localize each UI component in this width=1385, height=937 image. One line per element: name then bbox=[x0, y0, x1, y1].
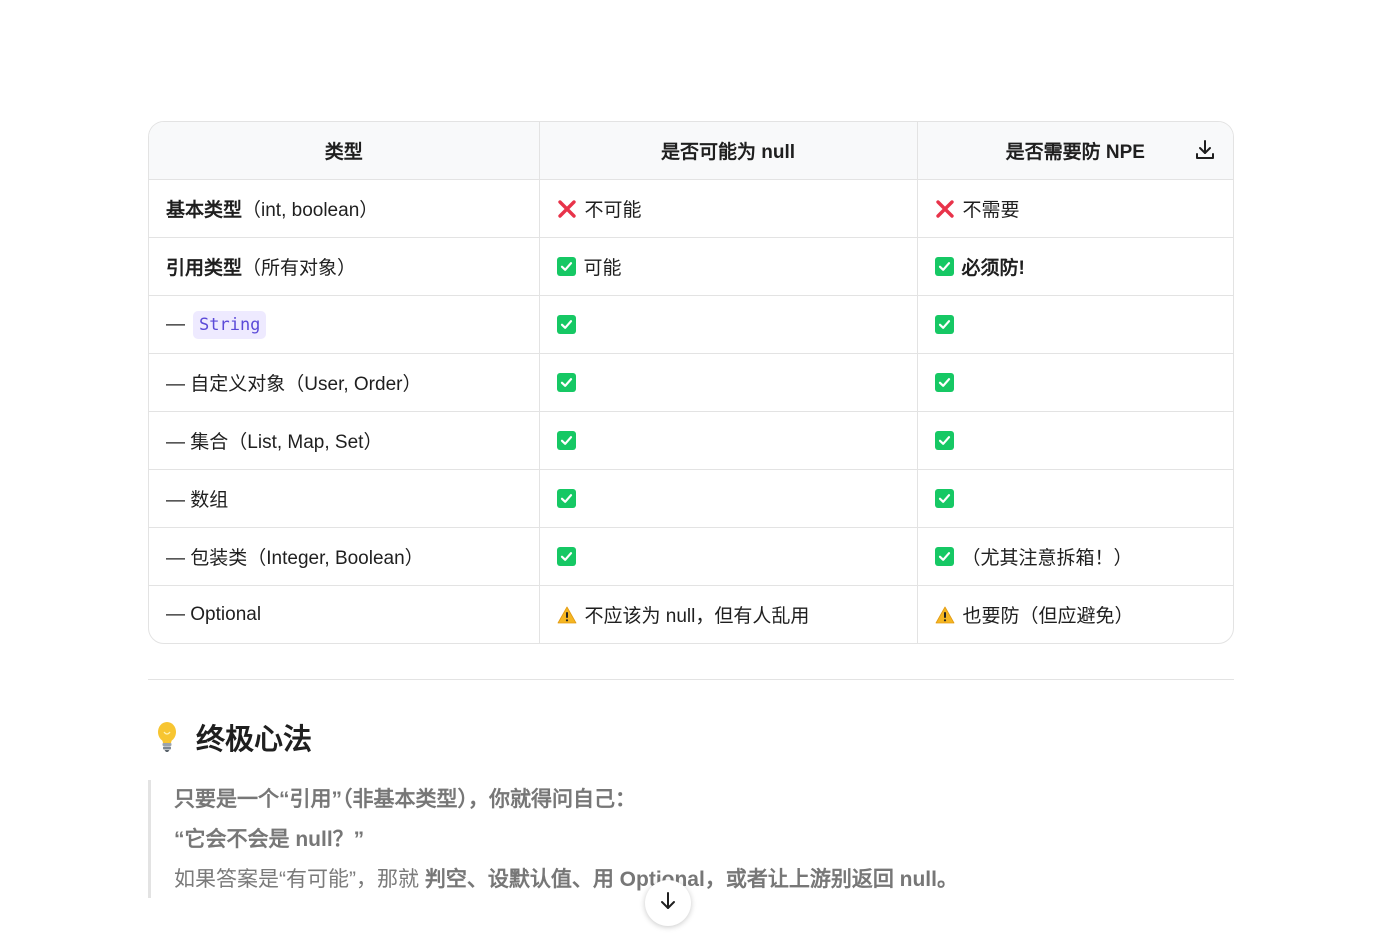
check-icon bbox=[934, 257, 954, 276]
check-icon bbox=[556, 373, 576, 392]
type-cell: 基本类型（int, boolean） bbox=[149, 179, 540, 238]
check-icon bbox=[556, 315, 576, 334]
nullable-cell bbox=[539, 295, 918, 354]
guard-cell: 必须防! bbox=[917, 237, 1233, 296]
table-row: — 包装类（Integer, Boolean） （尤其注意拆箱！） bbox=[149, 527, 1233, 586]
guard-cell: （尤其注意拆箱！） bbox=[917, 527, 1233, 586]
table-row: — String bbox=[149, 295, 1233, 354]
table-row: 引用类型（所有对象） 可能 必须防! bbox=[149, 237, 1233, 296]
type-rest: （int, boolean） bbox=[242, 200, 379, 221]
table-row: 基本类型（int, boolean） 不可能 不需要 bbox=[149, 179, 1233, 238]
header-type: 类型 bbox=[149, 122, 540, 180]
inline-code: String bbox=[193, 310, 267, 339]
guard-cell bbox=[917, 353, 1233, 412]
type-cell: 引用类型（所有对象） bbox=[149, 237, 540, 296]
check-icon bbox=[556, 431, 576, 450]
table-row: — 数组 bbox=[149, 469, 1233, 528]
guard-cell bbox=[917, 411, 1233, 470]
nullable-text: 不应该为 null，但有人乱用 bbox=[584, 606, 810, 627]
quote-line-2: “它会不会是 null？” bbox=[174, 828, 365, 851]
nullable-cell: 不应该为 null，但有人乱用 bbox=[539, 585, 918, 643]
header-needs-npe-guard: 是否需要防 NPE bbox=[917, 122, 1233, 180]
type-cell: — 自定义对象（User, Order） bbox=[149, 353, 540, 412]
check-icon bbox=[934, 373, 954, 392]
cross-icon bbox=[935, 199, 955, 219]
comparison-table: 类型 是否可能为 null 是否需要防 NPE 基本类型（int, boolea… bbox=[148, 121, 1234, 644]
lightbulb-icon bbox=[152, 719, 182, 755]
table-row: — 自定义对象（User, Order） bbox=[149, 353, 1233, 412]
header-nullable: 是否可能为 null bbox=[539, 122, 918, 180]
check-icon bbox=[934, 431, 954, 450]
type-rest: （所有对象） bbox=[242, 258, 357, 279]
quote-line-3: 如果答案是“有可能”，那就 判空、设默认值、用 Optional，或者让上游别返… bbox=[174, 860, 958, 900]
nullable-text: 可能 bbox=[583, 258, 622, 279]
guard-text: （尤其注意拆箱！） bbox=[961, 548, 1133, 569]
section-title: 终极心法 bbox=[196, 724, 313, 756]
bottom-fade bbox=[0, 898, 1385, 937]
arrow-down-icon bbox=[657, 890, 679, 917]
nullable-cell bbox=[539, 469, 918, 528]
quote-line-1: 只要是一个“引用”（非基本类型），你就得问自己： bbox=[174, 788, 636, 811]
nullable-cell bbox=[539, 411, 918, 470]
nullable-cell bbox=[539, 353, 918, 412]
table-row: — 集合（List, Map, Set） bbox=[149, 411, 1233, 470]
horizontal-divider bbox=[148, 679, 1234, 680]
guard-cell: 不需要 bbox=[917, 179, 1233, 238]
quote-line-3-bold: 判空、设默认值、用 Optional，或者让上游别返回 null。 bbox=[424, 868, 958, 891]
guard-cell bbox=[917, 295, 1233, 354]
nullable-cell bbox=[539, 527, 918, 586]
scroll-to-bottom-button[interactable] bbox=[645, 880, 691, 926]
quote-line-3-prefix: 如果答案是“有可能”，那就 bbox=[174, 868, 425, 891]
guard-text: 也要防（但应避免） bbox=[962, 606, 1134, 627]
type-bold: 基本类型 bbox=[166, 200, 243, 221]
type-cell: — 包装类（Integer, Boolean） bbox=[149, 527, 540, 586]
cross-icon bbox=[557, 199, 577, 219]
type-cell: — 数组 bbox=[149, 469, 540, 528]
check-icon bbox=[934, 489, 954, 508]
type-bold: 引用类型 bbox=[166, 258, 243, 279]
warning-icon bbox=[557, 605, 577, 625]
check-icon bbox=[556, 257, 576, 276]
header-needs-npe-guard-label: 是否需要防 NPE bbox=[1005, 142, 1145, 163]
guard-text: 不需要 bbox=[962, 200, 1020, 221]
check-icon bbox=[934, 315, 954, 334]
download-icon[interactable] bbox=[1191, 136, 1219, 164]
check-icon bbox=[556, 547, 576, 566]
guard-cell: 也要防（但应避免） bbox=[917, 586, 1233, 644]
nullable-cell: 不可能 bbox=[539, 179, 918, 238]
check-icon bbox=[934, 547, 954, 566]
nullable-text: 不可能 bbox=[584, 200, 642, 221]
section-heading: 终极心法 bbox=[152, 716, 312, 758]
nullable-cell: 可能 bbox=[539, 237, 918, 296]
type-cell: — Optional bbox=[149, 585, 540, 643]
guard-cell bbox=[917, 469, 1233, 528]
check-icon bbox=[556, 489, 576, 508]
type-cell: — String bbox=[149, 295, 540, 354]
table-row: — Optional 不应该为 null，但有人乱用 也要防（但应避免） bbox=[149, 585, 1233, 644]
guard-text: 必须防! bbox=[961, 258, 1025, 279]
type-cell: — 集合（List, Map, Set） bbox=[149, 411, 540, 470]
blockquote: 只要是一个“引用”（非基本类型），你就得问自己： “它会不会是 null？” 如… bbox=[148, 780, 958, 902]
table-header-row: 类型 是否可能为 null 是否需要防 NPE bbox=[149, 122, 1233, 180]
warning-icon bbox=[935, 605, 955, 625]
type-prefix: — bbox=[166, 313, 185, 335]
